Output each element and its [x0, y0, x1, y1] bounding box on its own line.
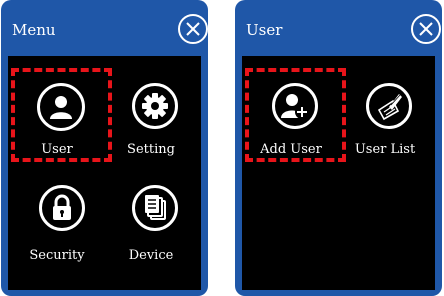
security-tile[interactable]: Security — [10, 170, 104, 274]
tile-label: Device — [128, 248, 174, 263]
menu-content: User Setting Security Device — [8, 56, 201, 290]
setting-tile[interactable]: Setting — [104, 64, 198, 168]
documents-icon — [132, 185, 178, 231]
screen-title: User — [246, 21, 283, 39]
device-tile[interactable]: Device — [104, 170, 198, 274]
gear-icon — [132, 83, 178, 129]
user-content: Add User User List — [242, 56, 435, 290]
user-header: User — [235, 0, 442, 56]
close-icon — [186, 22, 200, 36]
menu-header: Menu — [1, 0, 208, 56]
tile-label: User List — [354, 142, 416, 157]
user-list-tile[interactable]: User List — [338, 64, 432, 168]
close-icon — [419, 22, 433, 36]
selection-highlight — [11, 68, 112, 162]
close-button[interactable] — [411, 14, 441, 44]
lock-icon — [39, 185, 85, 231]
screen-title: Menu — [12, 21, 56, 39]
user-screen: User Add User User List — [235, 0, 442, 296]
close-button[interactable] — [178, 14, 208, 44]
selection-highlight — [245, 68, 346, 162]
tile-label: Security — [29, 248, 85, 263]
tile-label: Setting — [127, 142, 175, 157]
user-list-icon — [366, 83, 412, 129]
menu-screen: Menu User Setting Security Device — [1, 0, 208, 296]
